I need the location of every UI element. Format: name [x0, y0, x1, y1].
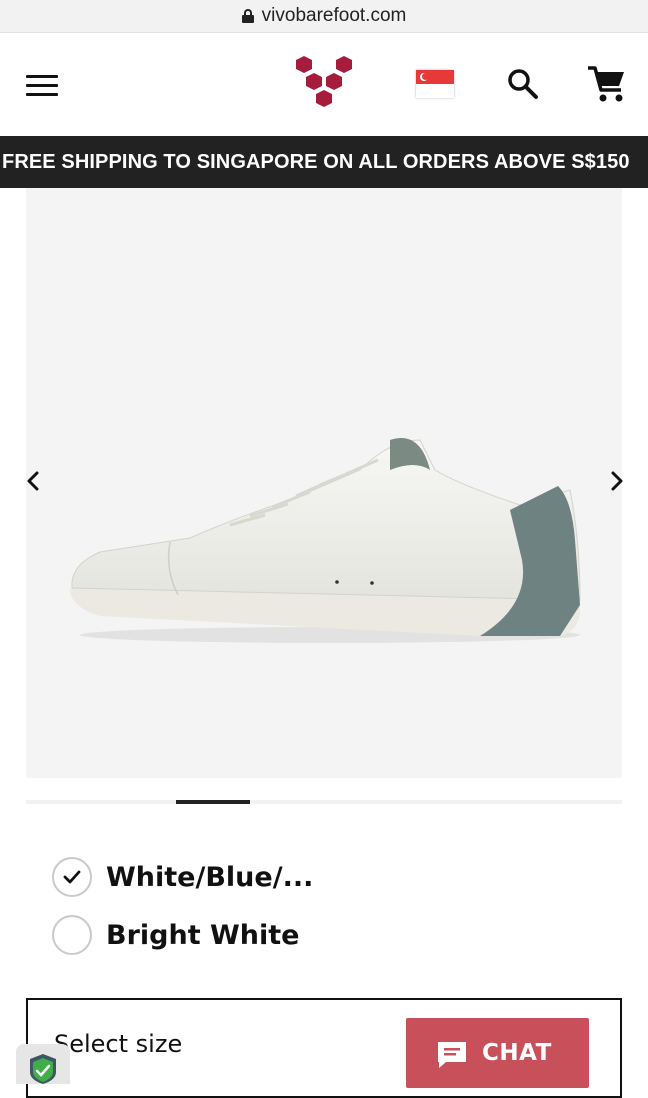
site-header [0, 34, 648, 136]
size-select-label: Select size [54, 1030, 183, 1058]
carousel-indicator-active[interactable] [176, 800, 250, 804]
color-option-white-blue[interactable]: White/Blue/... [52, 856, 313, 898]
chat-button[interactable]: CHAT [406, 1018, 589, 1088]
check-icon [63, 870, 81, 884]
white-sneaker-image [70, 438, 581, 643]
shield-icon [30, 1054, 56, 1084]
lock-icon [241, 9, 254, 23]
url-text: vivobarefoot.com [261, 5, 407, 26]
color-option-label: White/Blue/... [106, 861, 314, 893]
chat-bubble-icon [438, 1042, 466, 1068]
browser-url-bar[interactable]: vivobarefoot.com [0, 0, 648, 33]
vivobarefoot-logo[interactable] [292, 54, 356, 112]
radio-selected[interactable] [52, 857, 92, 897]
search-icon[interactable] [506, 67, 540, 101]
hamburger-icon[interactable] [26, 75, 58, 97]
color-option-label: Bright White [106, 919, 300, 951]
free-shipping-banner: FREE SHIPPING TO SINGAPORE ON ALL ORDERS… [0, 136, 648, 188]
chevron-left-icon[interactable] [24, 470, 44, 492]
radio-unselected[interactable] [52, 915, 92, 955]
singapore-flag-icon[interactable] [416, 70, 454, 98]
color-option-bright-white[interactable]: Bright White [52, 914, 299, 956]
cart-icon[interactable] [586, 64, 628, 104]
security-badge[interactable] [16, 1044, 70, 1084]
carousel-track [26, 800, 622, 804]
chevron-right-icon[interactable] [606, 470, 626, 492]
chat-label: CHAT [482, 1040, 552, 1066]
